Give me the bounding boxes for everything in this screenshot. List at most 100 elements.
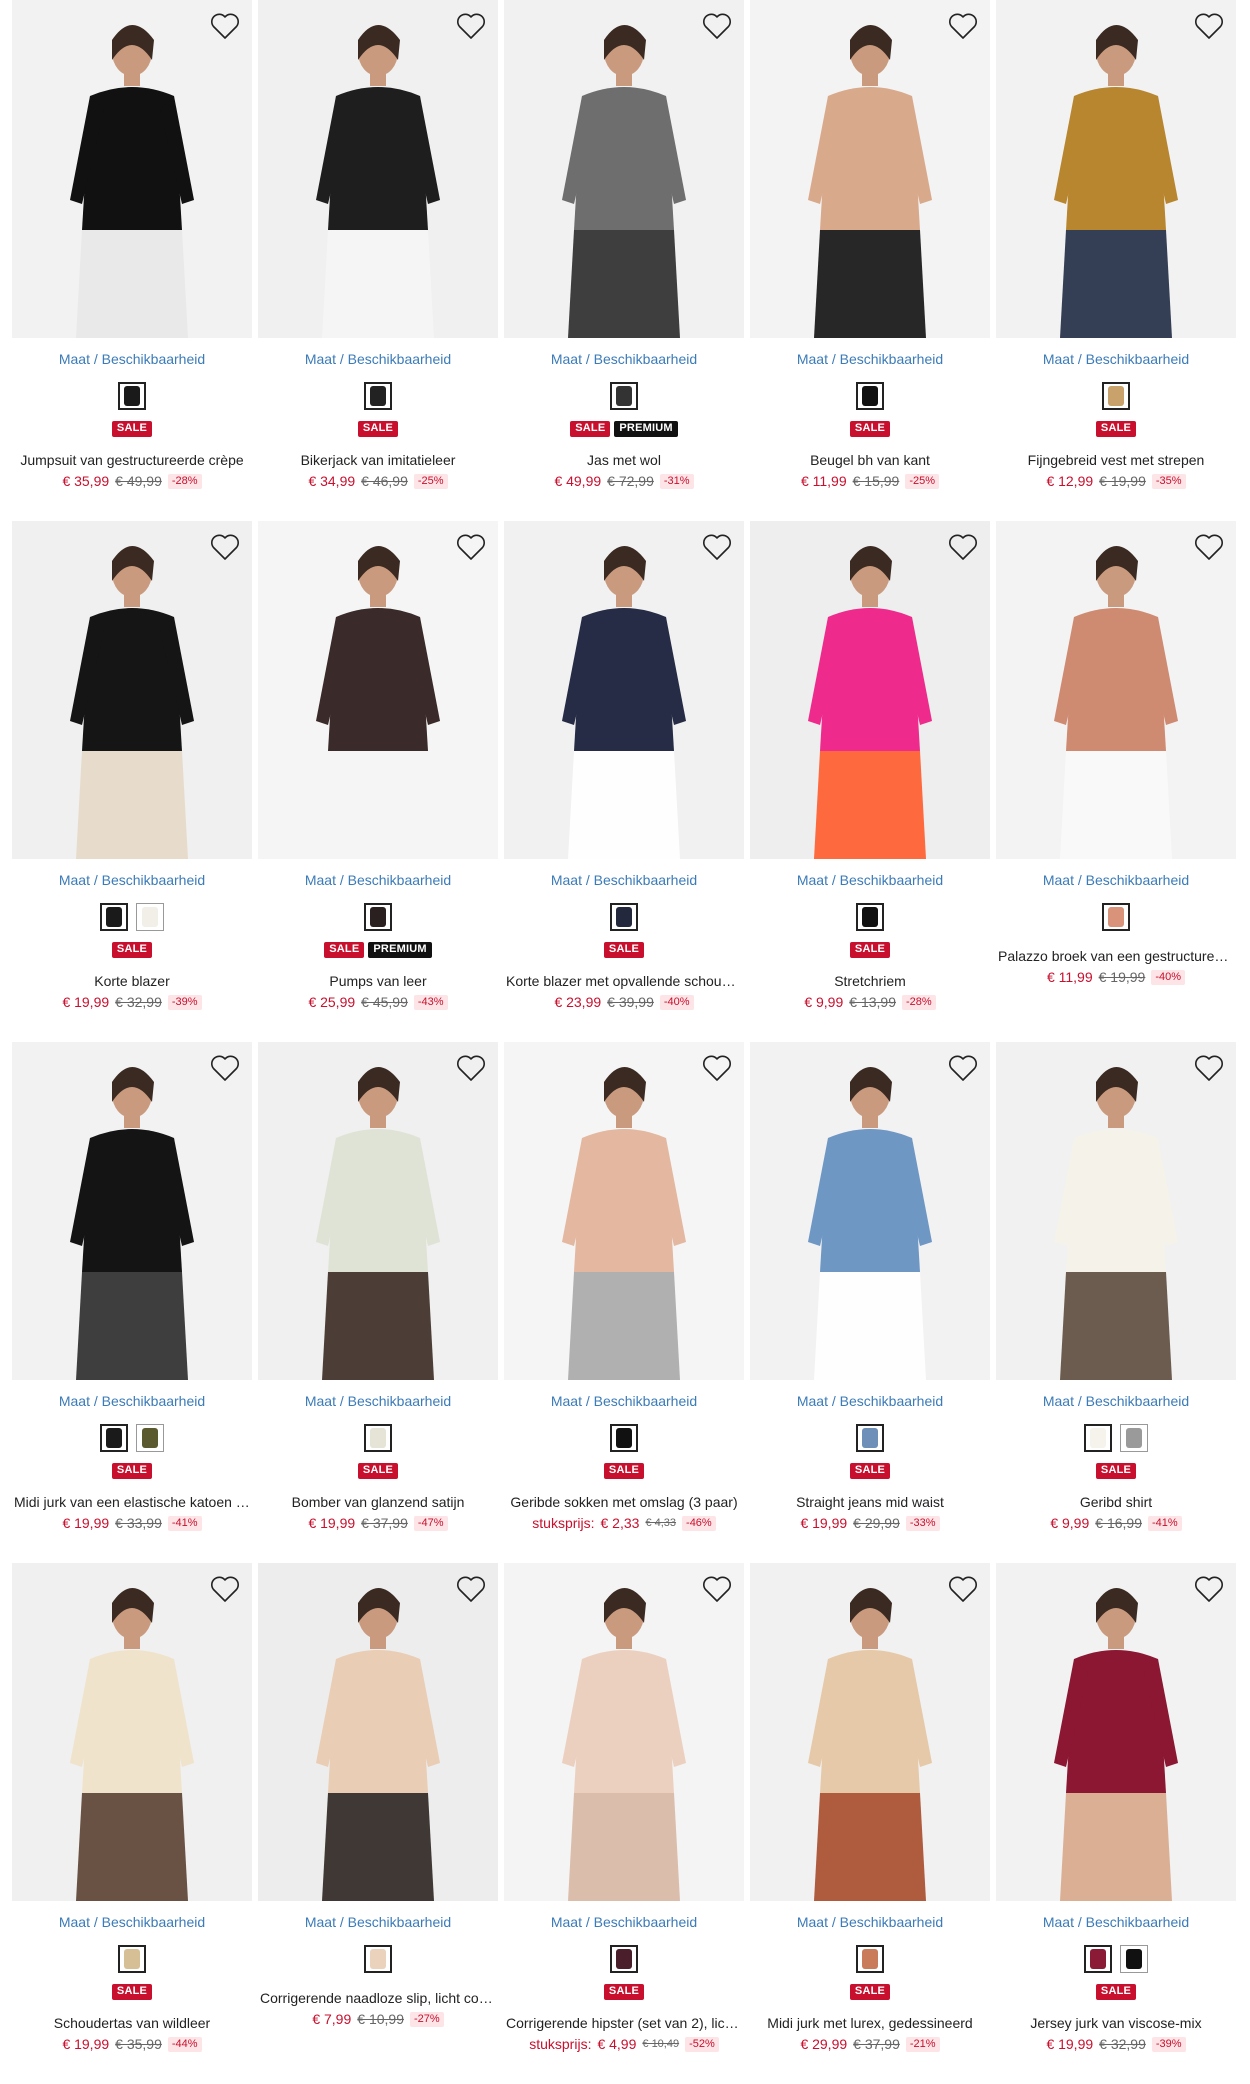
color-swatch[interactable]	[118, 1945, 146, 1973]
heart-icon[interactable]	[1194, 1054, 1224, 1082]
heart-icon[interactable]	[456, 1575, 486, 1603]
size-availability-link[interactable]: Maat / Beschikbaarheid	[258, 871, 498, 889]
heart-icon[interactable]	[210, 12, 240, 40]
product-title[interactable]: Straight jeans mid waist	[750, 1493, 990, 1511]
size-availability-link[interactable]: Maat / Beschikbaarheid	[504, 871, 744, 889]
heart-icon[interactable]	[1194, 1575, 1224, 1603]
product-photo[interactable]	[12, 0, 252, 338]
product-card[interactable]: Maat / Beschikbaarheid SALE Corrigerende h…	[504, 1563, 744, 2084]
size-availability-link[interactable]: Maat / Beschikbaarheid	[996, 350, 1236, 368]
heart-icon[interactable]	[210, 533, 240, 561]
product-photo[interactable]	[12, 521, 252, 859]
product-card[interactable]: Maat / Beschikbaarheid SALE Jumpsuit van g…	[12, 0, 252, 521]
product-photo[interactable]	[750, 1563, 990, 1901]
size-availability-link[interactable]: Maat / Beschikbaarheid	[504, 1913, 744, 1931]
size-availability-link[interactable]: Maat / Beschikbaarheid	[750, 1392, 990, 1410]
product-photo[interactable]	[996, 1042, 1236, 1380]
color-swatch[interactable]	[856, 1424, 884, 1452]
product-card[interactable]: Maat / Beschikbaarheid SALE Bikerjack van …	[258, 0, 498, 521]
size-availability-link[interactable]: Maat / Beschikbaarheid	[996, 1392, 1236, 1410]
color-swatch[interactable]	[364, 1945, 392, 1973]
product-card[interactable]: Maat / Beschikbaarheid SALE Beugel bh van …	[750, 0, 990, 521]
product-card[interactable]: Maat / Beschikbaarheid SALE Korte blazer € …	[12, 521, 252, 1042]
color-swatch[interactable]	[610, 1424, 638, 1452]
heart-icon[interactable]	[702, 1575, 732, 1603]
color-swatch[interactable]	[100, 1424, 128, 1452]
product-photo[interactable]	[258, 1563, 498, 1901]
heart-icon[interactable]	[1194, 533, 1224, 561]
product-title[interactable]: Corrigerende naadloze slip, licht corrig…	[258, 1989, 498, 2007]
size-availability-link[interactable]: Maat / Beschikbaarheid	[12, 871, 252, 889]
heart-icon[interactable]	[702, 1054, 732, 1082]
heart-icon[interactable]	[1194, 12, 1224, 40]
product-title[interactable]: Fijngebreid vest met strepen	[996, 451, 1236, 469]
size-availability-link[interactable]: Maat / Beschikbaarheid	[750, 1913, 990, 1931]
size-availability-link[interactable]: Maat / Beschikbaarheid	[258, 1392, 498, 1410]
color-swatch[interactable]	[100, 903, 128, 931]
heart-icon[interactable]	[210, 1575, 240, 1603]
product-title[interactable]: Beugel bh van kant	[750, 451, 990, 469]
product-photo[interactable]	[750, 521, 990, 859]
heart-icon[interactable]	[456, 533, 486, 561]
size-availability-link[interactable]: Maat / Beschikbaarheid	[996, 1913, 1236, 1931]
product-title[interactable]: Korte blazer met opvallende schouders	[504, 972, 744, 990]
size-availability-link[interactable]: Maat / Beschikbaarheid	[504, 1392, 744, 1410]
size-availability-link[interactable]: Maat / Beschikbaarheid	[258, 1913, 498, 1931]
product-card[interactable]: Maat / Beschikbaarheid SALE PREMIUM Jas met…	[504, 0, 744, 521]
product-title[interactable]: Corrigerende hipster (set van 2), licht …	[504, 2014, 744, 2032]
color-swatch[interactable]	[1102, 382, 1130, 410]
product-title[interactable]: Jersey jurk van viscose-mix	[996, 2014, 1236, 2032]
product-title[interactable]: Stretchriem	[750, 972, 990, 990]
heart-icon[interactable]	[702, 12, 732, 40]
product-photo[interactable]	[996, 0, 1236, 338]
product-photo[interactable]	[996, 1563, 1236, 1901]
color-swatch[interactable]	[1120, 1945, 1148, 1973]
product-title[interactable]: Korte blazer	[12, 972, 252, 990]
heart-icon[interactable]	[948, 1575, 978, 1603]
product-title[interactable]: Bomber van glanzend satijn	[258, 1493, 498, 1511]
size-availability-link[interactable]: Maat / Beschikbaarheid	[996, 871, 1236, 889]
color-swatch[interactable]	[610, 1945, 638, 1973]
product-photo[interactable]	[12, 1042, 252, 1380]
product-card[interactable]: Maat / Beschikbaarheid SALE Midi jurk met …	[750, 1563, 990, 2084]
color-swatch[interactable]	[1084, 1945, 1112, 1973]
product-card[interactable]: Maat / Beschikbaarheid SALE Schoudertas va…	[12, 1563, 252, 2084]
product-card[interactable]: Maat / Beschikbaarheid SALE PREMIUM Pumps v…	[258, 521, 498, 1042]
product-photo[interactable]	[258, 521, 498, 859]
product-card[interactable]: Maat / Beschikbaarheid SALE Geribde sokken…	[504, 1042, 744, 1563]
size-availability-link[interactable]: Maat / Beschikbaarheid	[12, 1392, 252, 1410]
product-photo[interactable]	[504, 521, 744, 859]
heart-icon[interactable]	[948, 1054, 978, 1082]
size-availability-link[interactable]: Maat / Beschikbaarheid	[12, 1913, 252, 1931]
heart-icon[interactable]	[210, 1054, 240, 1082]
color-swatch[interactable]	[856, 903, 884, 931]
heart-icon[interactable]	[702, 533, 732, 561]
product-photo[interactable]	[504, 1042, 744, 1380]
product-card[interactable]: Maat / Beschikbaarheid SALE Geribd shirt € …	[996, 1042, 1236, 1563]
color-swatch[interactable]	[118, 382, 146, 410]
product-photo[interactable]	[258, 0, 498, 338]
color-swatch[interactable]	[364, 382, 392, 410]
color-swatch[interactable]	[136, 903, 164, 931]
color-swatch[interactable]	[610, 382, 638, 410]
product-photo[interactable]	[504, 1563, 744, 1901]
product-card[interactable]: Maat / Beschikbaarheid Palazzo broek van …	[996, 521, 1236, 1042]
product-title[interactable]: Geribd shirt	[996, 1493, 1236, 1511]
product-title[interactable]: Schoudertas van wildleer	[12, 2014, 252, 2032]
color-swatch[interactable]	[1102, 903, 1130, 931]
product-photo[interactable]	[258, 1042, 498, 1380]
size-availability-link[interactable]: Maat / Beschikbaarheid	[258, 350, 498, 368]
color-swatch[interactable]	[364, 903, 392, 931]
size-availability-link[interactable]: Maat / Beschikbaarheid	[504, 350, 744, 368]
product-card[interactable]: Maat / Beschikbaarheid Corrigerende naadl…	[258, 1563, 498, 2084]
product-photo[interactable]	[750, 0, 990, 338]
heart-icon[interactable]	[456, 1054, 486, 1082]
color-swatch[interactable]	[856, 382, 884, 410]
color-swatch[interactable]	[1120, 1424, 1148, 1452]
product-photo[interactable]	[996, 521, 1236, 859]
product-title[interactable]: Midi jurk van een elastische katoen mix	[12, 1493, 252, 1511]
color-swatch[interactable]	[136, 1424, 164, 1452]
color-swatch[interactable]	[364, 1424, 392, 1452]
product-title[interactable]: Bikerjack van imitatieleer	[258, 451, 498, 469]
size-availability-link[interactable]: Maat / Beschikbaarheid	[12, 350, 252, 368]
